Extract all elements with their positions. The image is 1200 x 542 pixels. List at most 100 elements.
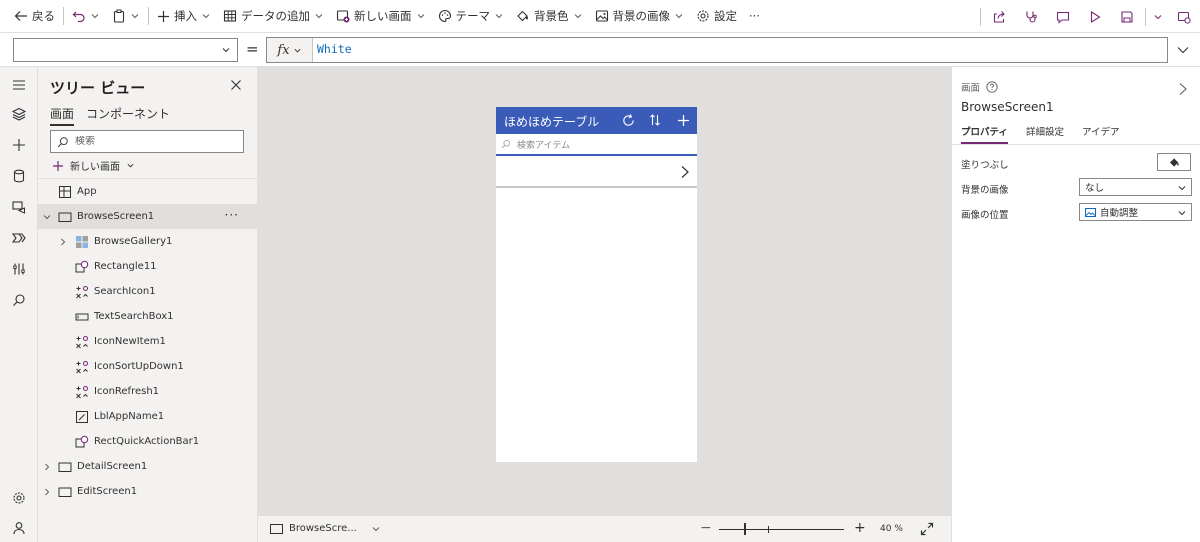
tree-node-detailscreen1[interactable]: DetailScreen1 [38,454,257,479]
sort-up-down-icon[interactable] [647,112,663,128]
virtual-agent-button[interactable] [7,516,31,540]
zoom-slider-thumb[interactable] [744,523,746,535]
more-options-button[interactable]: ··· [225,208,239,222]
chevron-right-icon[interactable] [680,165,690,179]
flow-icon [12,233,26,243]
background-image-button[interactable]: 背景の画像 [589,0,691,33]
plus-icon [13,139,25,151]
chevron-down-icon[interactable] [90,11,100,21]
publish-button[interactable] [1168,0,1200,33]
tab-properties[interactable]: プロパティ [961,124,1008,144]
property-dropdown[interactable] [13,38,238,62]
fit-to-window-button[interactable] [920,522,934,536]
zoom-out-button[interactable]: − [700,520,712,536]
tree-node-lblappname1[interactable]: LblAppName1 [38,404,257,429]
equals-sign: = [246,40,259,58]
screen-icon [58,210,72,224]
fx-button[interactable]: fx [267,38,313,62]
bg-image-dropdown[interactable]: なし [1079,178,1192,196]
formula-input[interactable]: fx White [266,37,1168,63]
chevron-down-icon [1178,186,1186,191]
insert-rail-button[interactable] [7,133,31,157]
tree-node-rectquickactionbar1[interactable]: RectQuickActionBar1 [38,429,257,454]
new-screen-button[interactable]: 新しい画面 [330,0,432,33]
paint-bucket-icon [1169,157,1179,167]
power-automate-button[interactable] [7,226,31,250]
tree-search-input[interactable] [75,136,235,147]
more-commands-button[interactable]: ··· [743,0,766,33]
share-button[interactable] [983,0,1015,33]
save-options-chevron[interactable] [1148,0,1168,33]
app-screen-preview[interactable]: ほめほめテーブル 検索アイテム [496,107,697,462]
app-title-label[interactable]: ほめほめテーブル [504,113,599,130]
add-item-icon[interactable] [675,112,691,128]
theme-button[interactable]: テーマ [432,0,511,33]
tab-components[interactable]: コンポーネント [86,105,170,126]
tree-node-editscreen1[interactable]: EditScreen1 [38,479,257,504]
tree-node-searchicon1[interactable]: SearchIcon1 [38,279,257,304]
fx-icon: fx [277,42,290,58]
media-button[interactable] [7,195,31,219]
paint-bucket-icon [517,10,528,22]
image-position-value: 自動調整 [1100,208,1139,219]
comments-button[interactable] [1047,0,1079,33]
close-tree-view-button[interactable] [230,79,242,91]
tree-node-rectangle11[interactable]: Rectangle11 [38,254,257,279]
gallery-item[interactable] [496,156,697,188]
bot-icon [13,522,25,535]
collapse-properties-button[interactable] [1178,82,1188,96]
tree-node-browsegallery1[interactable]: BrowseGallery1 [38,229,257,254]
paste-button[interactable] [106,0,146,33]
background-color-button[interactable]: 背景色 [510,0,589,33]
insert-button[interactable]: 挿入 [151,0,217,33]
settings-button[interactable]: 設定 [690,0,743,33]
app-checker-button[interactable] [1015,0,1047,33]
tree-node-label: App [77,186,97,197]
tree-node-iconrefresh1[interactable]: IconRefresh1 [38,379,257,404]
search-rail-button[interactable] [7,288,31,312]
settings-rail-button[interactable] [7,486,31,510]
tree-search-box[interactable] [50,130,244,153]
fill-color-picker[interactable] [1157,153,1191,171]
tab-screens[interactable]: 画面 [50,105,75,126]
menu-button[interactable] [7,73,31,97]
tab-advanced[interactable]: 詳細設定 [1026,124,1064,144]
app-search-box[interactable]: 検索アイテム [496,134,697,156]
tree-node-app[interactable]: App [38,179,257,204]
zoom-in-button[interactable]: + [854,520,866,536]
chevron-down-icon[interactable] [42,212,52,222]
design-canvas[interactable]: ほめほめテーブル 検索アイテム [258,67,951,515]
add-data-button[interactable]: データの追加 [217,0,330,33]
help-icon[interactable] [986,81,998,93]
properties-panel: 画面 BrowseScreen1 プロパティ 詳細設定 アイデア 塗りつぶし 背… [951,67,1200,542]
save-button[interactable] [1111,0,1143,33]
screen-selector[interactable]: BrowseScre... [270,523,381,534]
chevron-right-icon[interactable] [42,462,52,472]
add-data-label: データの追加 [241,9,310,23]
tree-node-textsearchbox1[interactable]: TextSearchBox1 [38,304,257,329]
tree-new-screen-button[interactable]: 新しい画面 [52,158,135,173]
variables-button[interactable] [7,257,31,281]
media-icon [12,201,25,214]
tree-node-browsescreen1[interactable]: BrowseScreen1 ··· [38,204,257,229]
preview-button[interactable] [1079,0,1111,33]
chevron-right-icon[interactable] [58,237,68,247]
back-button[interactable]: 戻る [0,0,61,33]
expand-formula-button[interactable] [1176,43,1190,57]
image-position-dropdown[interactable]: 自動調整 [1079,203,1192,221]
app-header-bar[interactable]: ほめほめテーブル [496,107,697,134]
tree-node-iconnewitem1[interactable]: IconNewItem1 [38,329,257,354]
refresh-icon[interactable] [620,112,636,128]
data-button[interactable] [7,164,31,188]
tree-view-button[interactable] [7,102,31,126]
tree-node-iconsortupdown1[interactable]: IconSortUpDown1 [38,354,257,379]
chevron-right-icon[interactable] [42,487,52,497]
tab-ideas[interactable]: アイデア [1082,124,1120,144]
zoom-slider[interactable] [719,529,844,530]
chevron-down-icon[interactable] [130,11,140,21]
properties-divider [952,144,1200,145]
undo-icon [72,11,85,23]
undo-button[interactable] [66,0,106,33]
bg-image-label: 背景の画像 [961,185,1009,196]
